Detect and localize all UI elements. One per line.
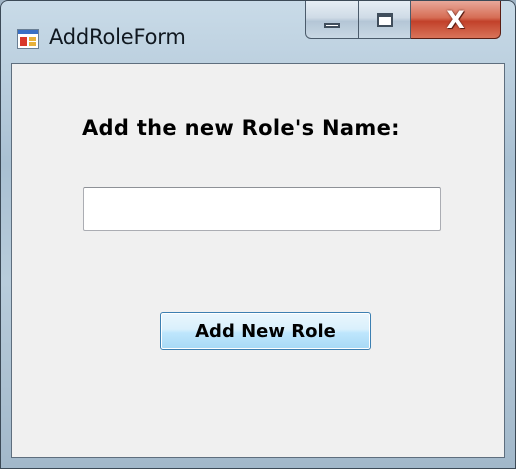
role-name-input[interactable]	[83, 187, 441, 231]
caption-buttons: X	[305, 1, 501, 41]
add-new-role-button[interactable]: Add New Role	[160, 312, 371, 350]
form-client-area: Add the new Role's Name: Add New Role	[11, 63, 505, 458]
close-icon: X	[446, 5, 465, 34]
maximize-icon	[376, 12, 393, 27]
window-title: AddRoleForm	[49, 25, 186, 49]
maximize-button[interactable]	[359, 1, 411, 39]
minimize-icon	[324, 23, 340, 28]
app-window: AddRoleForm X Add the new Role's Name: A…	[0, 0, 516, 469]
close-button[interactable]: X	[411, 1, 501, 39]
role-name-label: Add the new Role's Name:	[82, 116, 400, 140]
form-app-icon[interactable]	[17, 29, 39, 49]
title-bar[interactable]: AddRoleForm X	[1, 1, 515, 63]
minimize-button[interactable]	[305, 1, 359, 39]
